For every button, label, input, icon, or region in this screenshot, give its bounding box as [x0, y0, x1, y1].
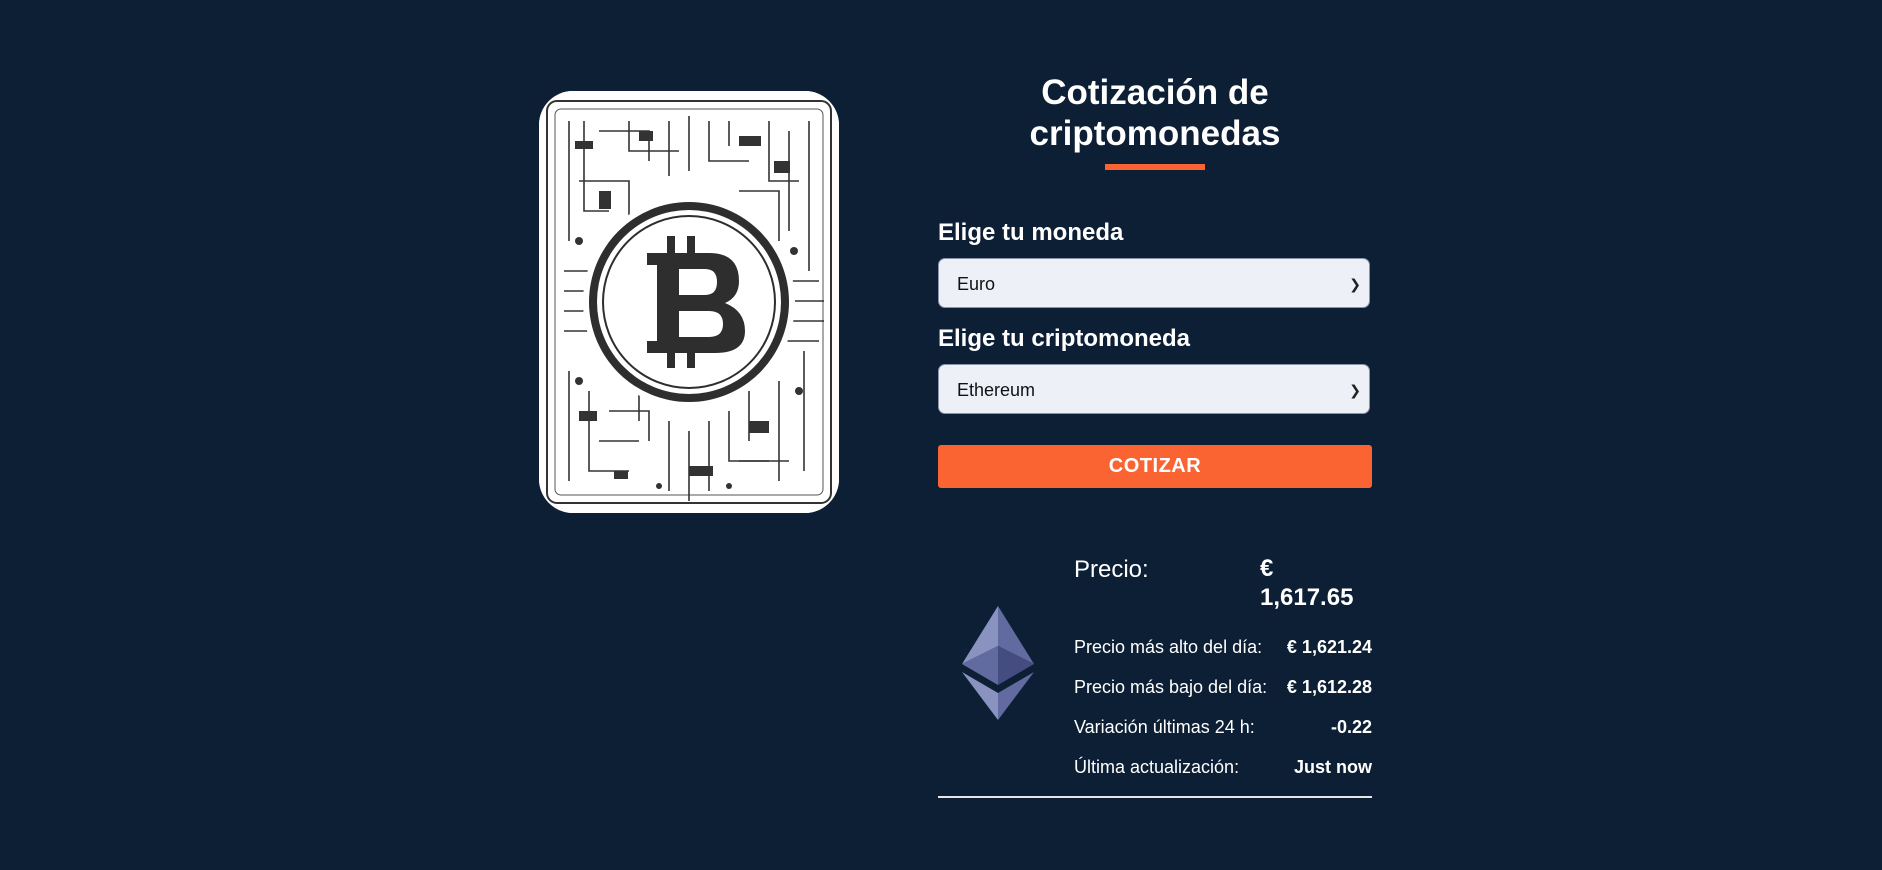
last-update-row: Última actualización: Just now [1074, 757, 1372, 781]
last-update-value: Just now [1293, 757, 1372, 777]
crypto-select-value: Ethereum [957, 380, 1036, 400]
currency-select[interactable]: Euro ❯ [938, 258, 1370, 308]
quote-result: Precio: € 1,617.65 Precio más alto del d… [938, 548, 1372, 798]
low-price-row: Precio más bajo del día: € 1,612.28 [1074, 677, 1372, 701]
quote-form-column: Cotización de criptomonedas Elige tu mon… [938, 72, 1372, 488]
cotizar-button[interactable]: COTIZAR [938, 445, 1372, 488]
chevron-down-icon: ❯ [1349, 276, 1361, 292]
change-24h-value: -0.22 [1330, 717, 1372, 737]
high-price-label: Precio más alto del día: [1074, 637, 1263, 657]
ethereum-icon [962, 606, 1034, 720]
page-title: Cotización de criptomonedas [1029, 73, 1281, 153]
title-underline [1105, 164, 1205, 170]
crypto-select[interactable]: Ethereum ❯ [938, 364, 1370, 414]
bitcoin-circuit-icon [539, 91, 839, 513]
page: Cotización de criptomonedas Elige tu mon… [0, 0, 1882, 870]
bitcoin-hero-image [539, 91, 839, 513]
currency-select-value: Euro [957, 274, 996, 294]
high-price-value: € 1,621.24 [1286, 637, 1372, 657]
chevron-down-icon: ❯ [1349, 382, 1361, 398]
price-value: € 1,617.65 [1260, 555, 1354, 611]
crypto-label: Elige tu criptomoneda [938, 325, 1191, 352]
currency-label: Elige tu moneda [938, 219, 1124, 246]
low-price-value: € 1,612.28 [1286, 677, 1372, 697]
low-price-label: Precio más bajo del día: [1074, 677, 1268, 697]
high-price-row: Precio más alto del día: € 1,621.24 [1074, 637, 1372, 661]
price-label: Precio: [1074, 556, 1149, 583]
last-update-label: Última actualización: [1074, 757, 1240, 777]
change-24h-label: Variación últimas 24 h: [1074, 717, 1255, 737]
change-24h-row: Variación últimas 24 h: -0.22 [1074, 717, 1372, 741]
